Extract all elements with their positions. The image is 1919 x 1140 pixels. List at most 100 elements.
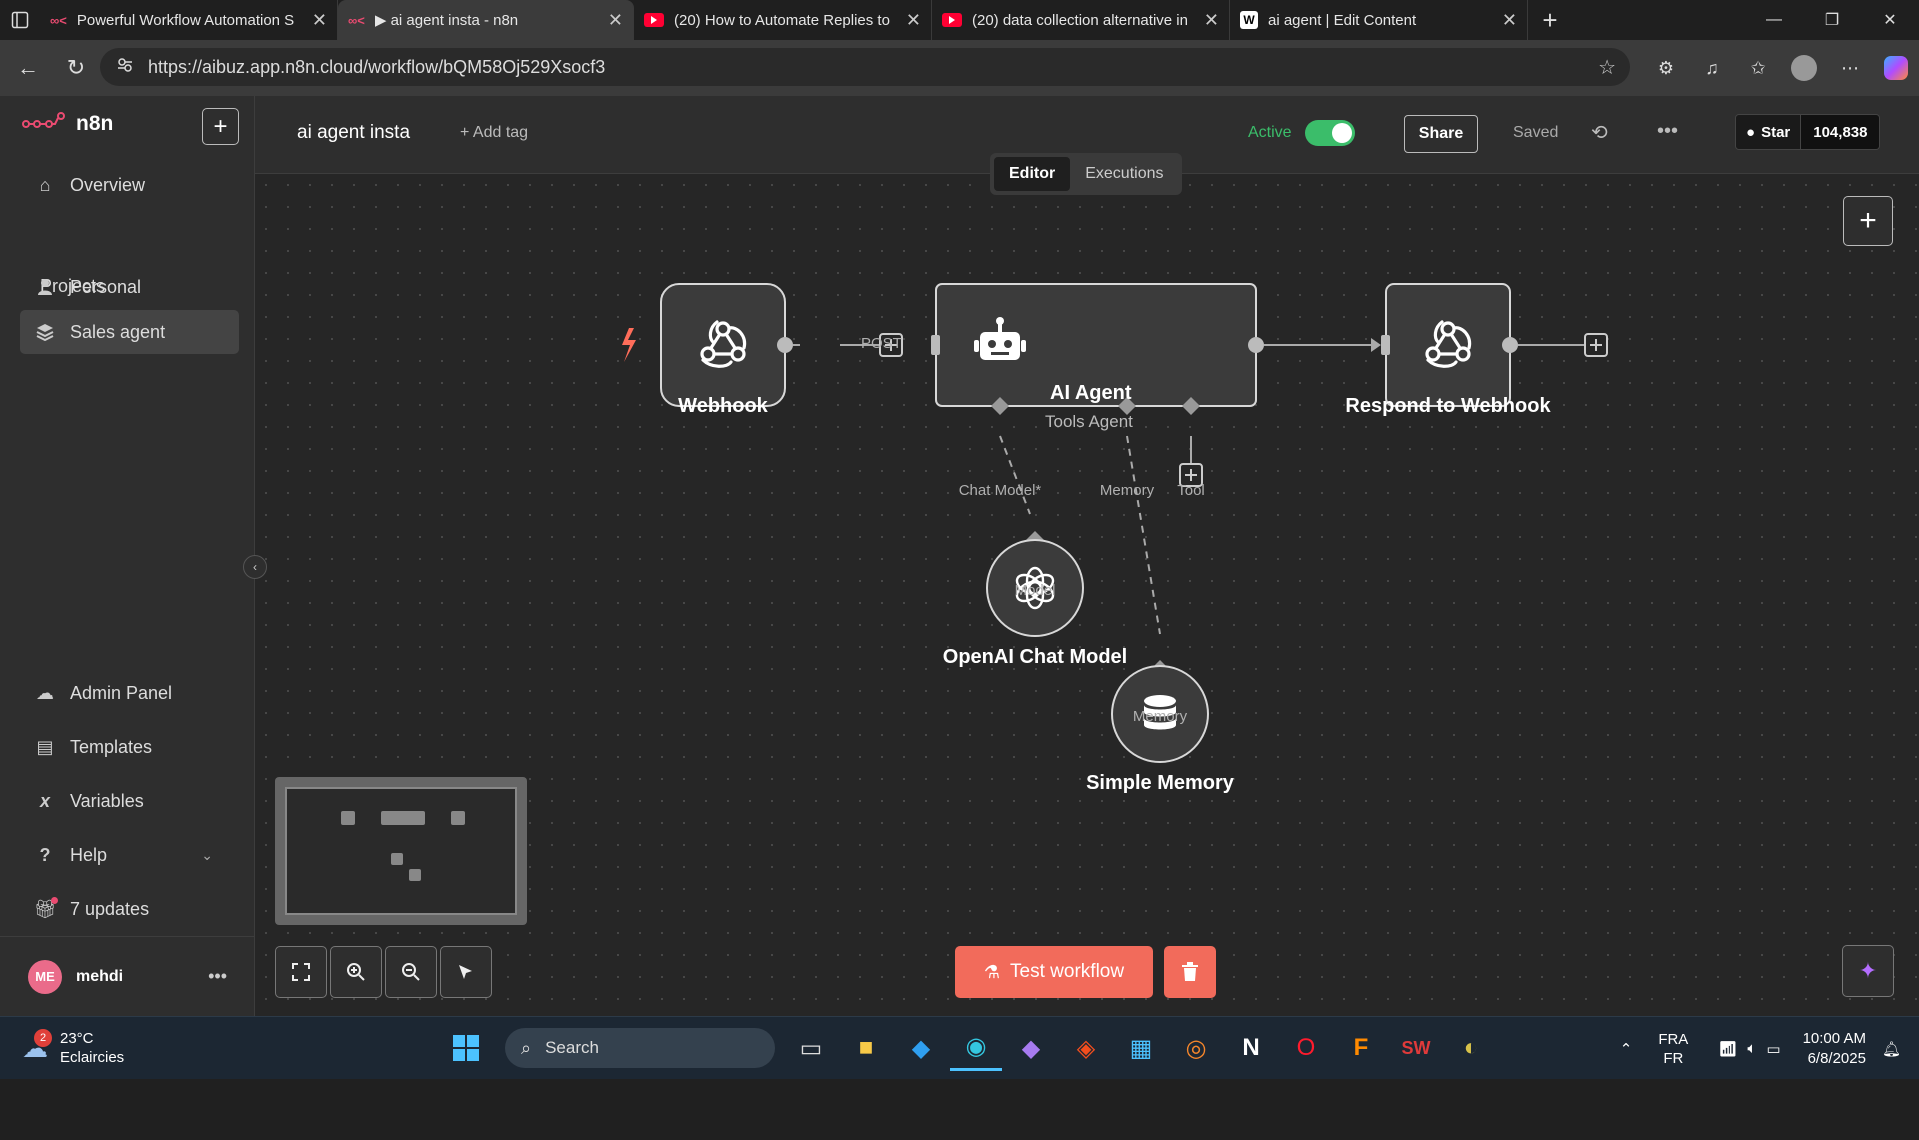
figma-icon[interactable]: ◈ xyxy=(1060,1025,1112,1071)
restore-icon[interactable]: ❐ xyxy=(1803,0,1861,40)
favorites-icon[interactable]: ✩ xyxy=(1735,48,1781,88)
read-aloud-icon[interactable]: ♫ xyxy=(1689,48,1735,88)
close-window-icon[interactable]: ✕ xyxy=(1861,0,1919,40)
ms-store-icon[interactable]: ▦ xyxy=(1115,1025,1167,1071)
back-icon[interactable]: ← xyxy=(4,48,52,88)
sidebar-item-sales-agent[interactable]: Sales agent xyxy=(20,310,239,354)
window-controls: — ❐ ✕ xyxy=(1745,0,1919,40)
browser-tab-4[interactable]: W ai agent | Edit Content ✕ xyxy=(1230,0,1528,40)
language-indicator[interactable]: FRA FR xyxy=(1658,1030,1688,1068)
tab-executions[interactable]: Executions xyxy=(1070,157,1178,191)
notion-icon[interactable]: N xyxy=(1225,1025,1277,1071)
profile-icon[interactable] xyxy=(1781,48,1827,88)
vscode-icon[interactable]: ◆ xyxy=(895,1025,947,1071)
edge-browser-icon[interactable]: ◉ xyxy=(950,1025,1002,1071)
delete-button[interactable] xyxy=(1164,946,1216,998)
sidebar-item-personal-row[interactable] xyxy=(20,423,239,467)
trigger-bolt-icon xyxy=(622,328,636,362)
tidy-up-button[interactable] xyxy=(440,946,492,998)
volume-icon[interactable]: 🔈︎ xyxy=(1747,1040,1756,1057)
minimap-node xyxy=(391,853,403,865)
minimize-icon[interactable]: — xyxy=(1745,0,1803,40)
sidebar-item-templates[interactable]: ▤ Templates xyxy=(20,725,239,769)
copilot-icon[interactable] xyxy=(1873,48,1919,88)
sidebar-item-admin-panel[interactable]: ☁ Admin Panel xyxy=(20,671,239,715)
notifications-icon[interactable]: 🔔︎ xyxy=(1882,1040,1901,1058)
wifi-icon[interactable]: 📶︎ xyxy=(1718,1040,1737,1058)
app-icon[interactable]: ◐ xyxy=(1445,1025,1497,1071)
fit-view-button[interactable] xyxy=(275,946,327,998)
add-node-button[interactable]: + xyxy=(1843,196,1893,246)
minimap-node xyxy=(381,811,425,825)
new-tab-button[interactable]: + xyxy=(1528,0,1572,40)
home-icon: ⌂ xyxy=(39,174,51,195)
test-workflow-button[interactable]: ⚗ Test workflow xyxy=(955,946,1153,998)
sidebar-item-variables[interactable]: x Variables xyxy=(20,779,239,823)
solidworks-icon[interactable]: SW xyxy=(1390,1025,1442,1071)
minimap[interactable] xyxy=(275,777,527,925)
minimap-node xyxy=(409,869,421,881)
workflow-name[interactable]: ai agent insta xyxy=(297,122,410,144)
share-button[interactable]: Share xyxy=(1404,115,1478,153)
sidebar-item-help[interactable]: ? Help ⌄ xyxy=(20,833,239,877)
close-icon[interactable]: ✕ xyxy=(1204,10,1219,31)
memory-connection xyxy=(1126,435,1161,635)
active-toggle[interactable] xyxy=(1305,120,1355,146)
weather-widget[interactable]: ☁ 2 23°C Eclaircies xyxy=(22,1028,124,1067)
close-icon[interactable]: ✕ xyxy=(1502,10,1517,31)
close-icon[interactable]: ✕ xyxy=(608,10,623,31)
site-info-icon[interactable] xyxy=(116,56,134,79)
ai-assistant-button[interactable]: ✦ xyxy=(1842,945,1894,997)
blender-icon[interactable]: ◎ xyxy=(1170,1025,1222,1071)
clock[interactable]: 10:00 AM 6/8/2025 xyxy=(1803,1029,1866,1069)
respond-node-label: Respond to Webhook xyxy=(1345,395,1551,417)
tab-title: ▶ ai agent insta - n8n xyxy=(374,12,519,29)
opera-icon[interactable]: O xyxy=(1280,1025,1332,1071)
tab-editor[interactable]: Editor xyxy=(994,157,1071,191)
close-icon[interactable]: ✕ xyxy=(312,10,327,31)
workflow-canvas[interactable]: POST Webhook AI Agent Tools Agent Chat M… xyxy=(255,174,1919,1016)
collapse-sidebar-button[interactable]: ‹ xyxy=(243,555,267,579)
chevron-up-icon[interactable]: ⌃ xyxy=(1620,1040,1633,1058)
n8n-logo[interactable]: n8n xyxy=(22,110,113,138)
more-icon[interactable]: ••• xyxy=(208,966,227,987)
sidebar-item-label: Help xyxy=(70,844,108,865)
favorite-star-icon[interactable]: ☆ xyxy=(1598,55,1616,80)
browser-tab-1[interactable]: ∞< ▶ ai agent insta - n8n ✕ xyxy=(338,0,634,40)
extensions-icon[interactable]: ⚙ xyxy=(1643,48,1689,88)
user-menu[interactable]: ME mehdi ••• xyxy=(0,936,255,1016)
github-star-button[interactable]: ● Star 104,838 xyxy=(1735,114,1881,150)
active-label: Active xyxy=(1248,124,1292,141)
tab-actions-icon[interactable] xyxy=(0,0,40,40)
sidebar-item-personal[interactable]: Personal xyxy=(20,265,239,309)
browser-tab-2[interactable]: (20) How to Automate Replies to ✕ xyxy=(634,0,932,40)
taskbar-search[interactable]: ⌕ Search xyxy=(505,1028,775,1068)
memory-input-label: Memory xyxy=(1132,708,1188,725)
add-tag-button[interactable]: + Add tag xyxy=(460,124,528,142)
zoom-out-button[interactable] xyxy=(385,946,437,998)
sidebar-item-updates[interactable]: 🎁︎ 7 updates xyxy=(20,887,239,931)
browser-tab-3[interactable]: (20) data collection alternative in ✕ xyxy=(932,0,1230,40)
create-button[interactable]: + xyxy=(202,108,239,145)
avatar: ME xyxy=(28,959,62,994)
github-star-label: Star xyxy=(1761,123,1791,141)
browser-tab-0[interactable]: ∞< Powerful Workflow Automation S ✕ xyxy=(40,0,338,40)
more-icon[interactable]: ••• xyxy=(1657,120,1678,143)
minimap-node xyxy=(341,811,355,825)
windows-start-icon[interactable] xyxy=(440,1025,492,1071)
task-view-icon[interactable]: ▭ xyxy=(785,1025,837,1071)
tab-title: (20) How to Automate Replies to xyxy=(674,11,890,29)
visual-studio-icon[interactable]: ◆ xyxy=(1005,1025,1057,1071)
reload-icon[interactable]: ↻ xyxy=(52,48,100,88)
close-icon[interactable]: ✕ xyxy=(906,10,921,31)
history-icon[interactable]: ⟲ xyxy=(1591,120,1608,145)
url-field[interactable]: https://aibuz.app.n8n.cloud/workflow/bQM… xyxy=(100,48,1630,86)
n8n-logo-icon: ∞< xyxy=(50,12,67,28)
more-icon[interactable]: ⋯ xyxy=(1827,48,1873,88)
zoom-in-button[interactable] xyxy=(330,946,382,998)
memory-node-label: Simple Memory xyxy=(1086,772,1234,794)
file-explorer-icon[interactable]: ■ xyxy=(840,1025,892,1071)
fl-studio-icon[interactable]: F xyxy=(1335,1025,1387,1071)
sidebar-item-overview[interactable]: ⌂ Overview xyxy=(20,163,239,207)
battery-icon[interactable]: ▭ xyxy=(1766,1040,1780,1058)
